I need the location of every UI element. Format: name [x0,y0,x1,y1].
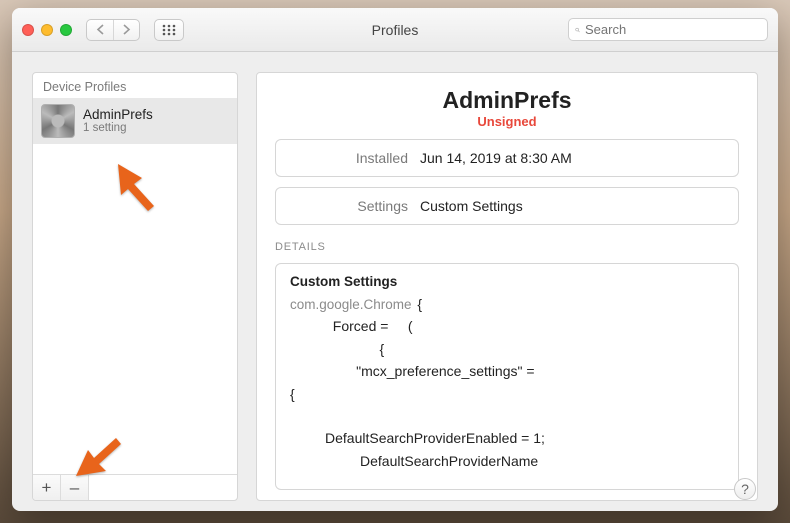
profile-title: AdminPrefs [275,87,739,114]
nav-back-forward [86,19,140,41]
sidebar-header: Device Profiles [33,73,237,98]
remove-profile-button[interactable]: – [61,475,89,501]
info-value: Jun 14, 2019 at 8:30 AM [420,150,572,166]
info-row-installed: Installed Jun 14, 2019 at 8:30 AM [275,139,739,177]
sidebar: Device Profiles AdminPrefs 1 setting + – [32,72,238,501]
profile-text: AdminPrefs 1 setting [83,107,153,136]
info-label: Installed [290,150,408,166]
details-domain: com.google.Chrome [290,297,412,312]
close-icon[interactable] [22,24,34,36]
zoom-icon[interactable] [60,24,72,36]
window-controls [22,24,72,36]
profile-name: AdminPrefs [83,107,153,123]
content-area: Device Profiles AdminPrefs 1 setting + –… [12,52,778,511]
show-all-button[interactable] [154,19,184,41]
details-code: { Forced = ( { "mcx_preference_settings"… [290,296,545,469]
forward-button[interactable] [113,19,139,41]
info-label: Settings [290,198,408,214]
profile-row-adminprefs[interactable]: AdminPrefs 1 setting [33,98,237,144]
info-value: Custom Settings [420,198,523,214]
details-title: Custom Settings [290,274,724,289]
profile-sub: 1 setting [83,122,153,135]
gear-icon [41,104,75,138]
back-button[interactable] [87,19,113,41]
add-profile-button[interactable]: + [33,475,61,501]
minimize-icon[interactable] [41,24,53,36]
main-panel: AdminPrefs Unsigned Installed Jun 14, 20… [256,72,758,501]
details-box: Custom Settings com.google.Chrome { Forc… [275,263,739,490]
help-button[interactable]: ? [734,478,756,500]
details-header: DETAILS [275,241,739,253]
profile-status: Unsigned [275,114,739,129]
info-row-settings: Settings Custom Settings [275,187,739,225]
titlebar: Profiles [12,8,778,52]
main-header: AdminPrefs Unsigned [275,87,739,129]
prefs-window: risk.com Profiles [12,8,778,511]
search-input[interactable] [585,22,761,37]
sidebar-footer: + – [33,474,237,500]
search-icon [575,24,580,36]
search-field[interactable] [568,18,768,41]
